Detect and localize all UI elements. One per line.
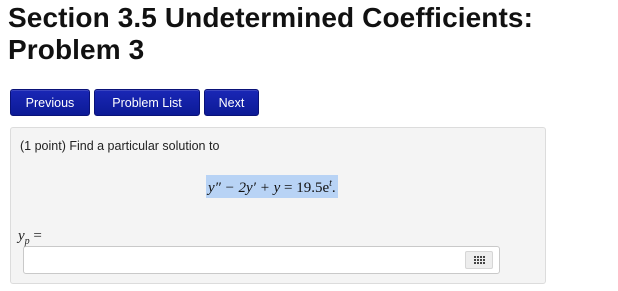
answer-label-eq: =	[29, 228, 42, 244]
equation-lhs: y″ − 2y′ + y	[208, 180, 281, 196]
problem-list-button[interactable]: Problem List	[94, 89, 200, 116]
page-title: Section 3.5 Undetermined Coefficients: P…	[8, 2, 534, 65]
answer-label-var: y	[18, 228, 25, 244]
keypad-grid-icon	[473, 256, 485, 264]
next-button[interactable]: Next	[204, 89, 259, 116]
problem-navigation: Previous Problem List Next	[10, 89, 259, 116]
equation-editor-button[interactable]	[465, 251, 493, 269]
equation-rhs: 19.5e	[296, 180, 330, 196]
problem-box: (1 point) Find a particular solution to …	[10, 127, 546, 284]
equation-end: .	[331, 180, 336, 196]
differential-equation: y″ − 2y′ + y = 19.5et.	[206, 175, 338, 198]
equation-equals: =	[284, 180, 297, 196]
previous-button[interactable]: Previous	[10, 89, 90, 116]
problem-prompt: (1 point) Find a particular solution to	[20, 139, 220, 153]
answer-input[interactable]	[23, 246, 500, 274]
answer-label: yp =	[18, 228, 42, 247]
